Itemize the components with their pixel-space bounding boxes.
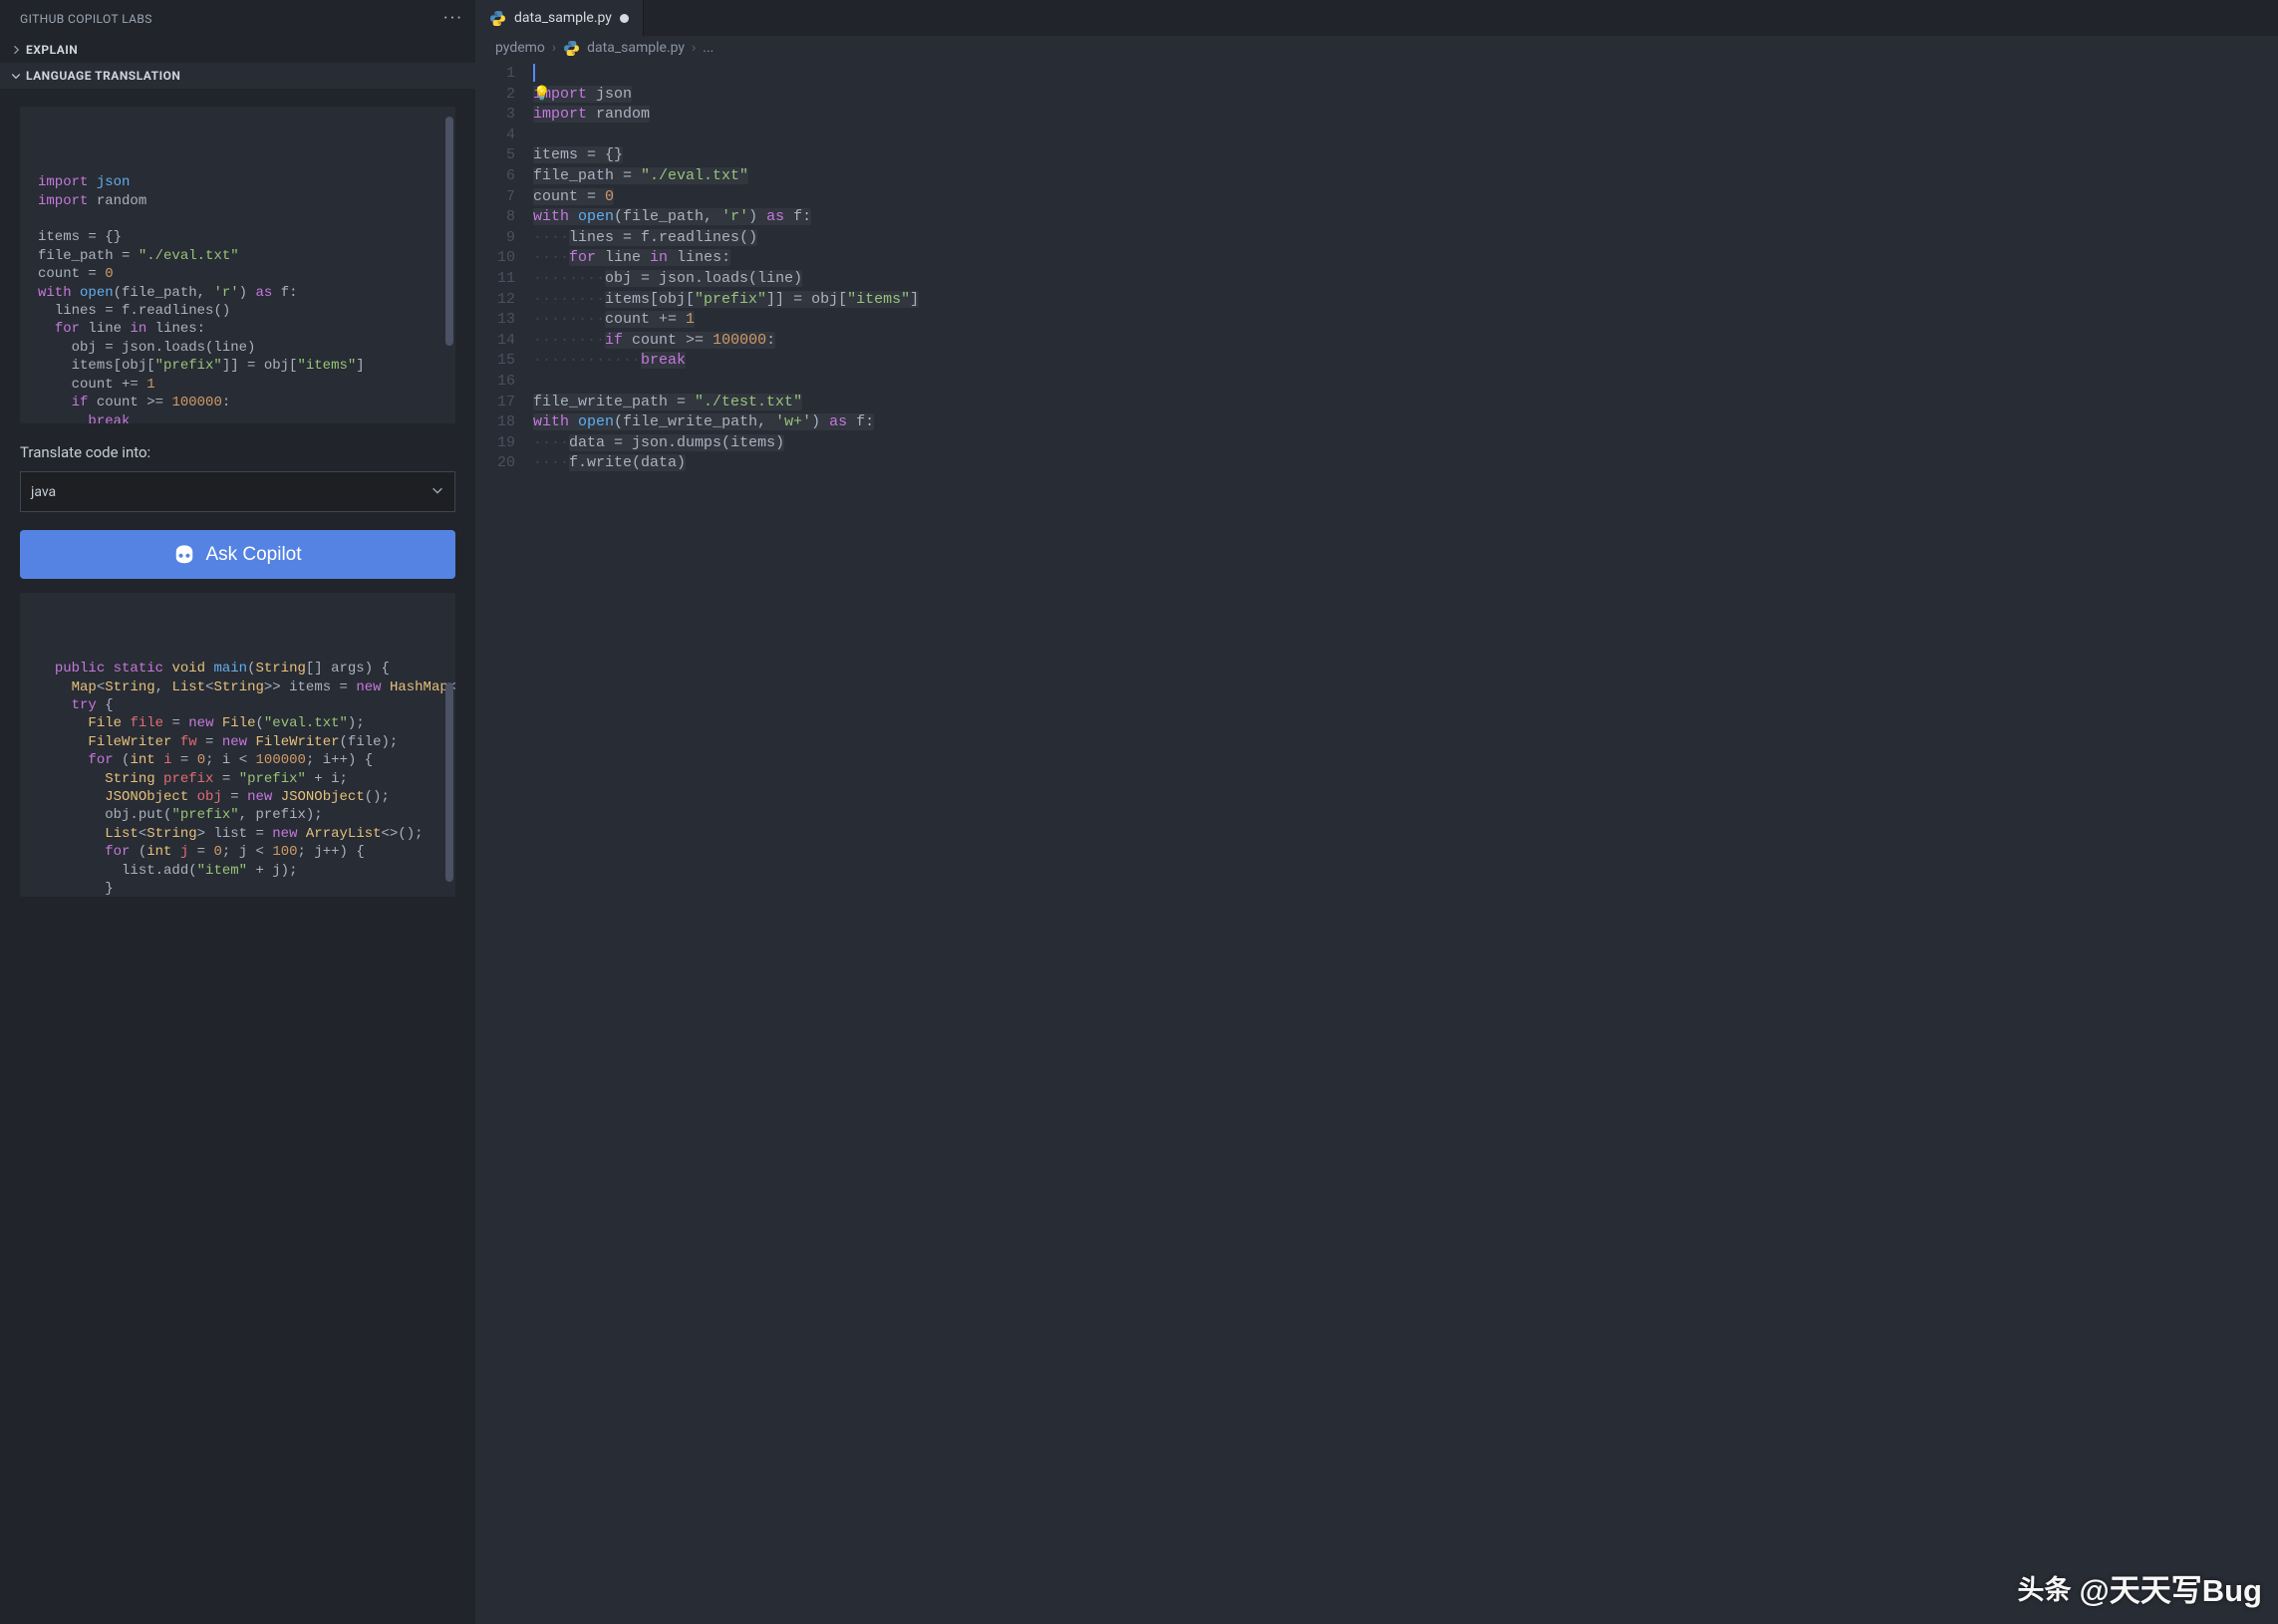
code-content[interactable]: 💡 import jsonimport random items = {}fil… bbox=[533, 64, 2278, 1624]
lightbulb-icon[interactable]: 💡 bbox=[533, 85, 550, 106]
scrollbar[interactable] bbox=[445, 682, 453, 882]
code-editor[interactable]: 1234567891011121314151617181920 💡 import… bbox=[475, 60, 2278, 1624]
breadcrumb-root[interactable]: pydemo bbox=[495, 40, 545, 56]
section-translate-label: LANGUAGE TRANSLATION bbox=[26, 69, 180, 83]
chevron-right-icon: › bbox=[692, 40, 696, 56]
chevron-down-icon bbox=[8, 70, 24, 82]
breadcrumbs[interactable]: pydemo › data_sample.py › ... bbox=[475, 36, 2278, 60]
language-select-value: java bbox=[31, 484, 56, 500]
ask-copilot-button[interactable]: Ask Copilot bbox=[20, 530, 455, 579]
copilot-labs-panel: GITHUB COPILOT LABS ··· EXPLAIN LANGUAGE… bbox=[0, 0, 475, 1624]
editor-pane: data_sample.py pydemo › data_sample.py ›… bbox=[475, 0, 2278, 1624]
section-explain-label: EXPLAIN bbox=[26, 43, 78, 57]
language-select[interactable]: java bbox=[20, 471, 455, 512]
tab-data-sample[interactable]: data_sample.py bbox=[475, 0, 644, 36]
translate-body: import jsonimport random items = {}file_… bbox=[0, 89, 475, 1624]
watermark-handle: @天天写Bug bbox=[2080, 1565, 2263, 1610]
source-code-box[interactable]: import jsonimport random items = {}file_… bbox=[20, 107, 455, 423]
section-translate[interactable]: LANGUAGE TRANSLATION bbox=[0, 63, 475, 89]
chevron-right-icon: › bbox=[552, 40, 556, 56]
tab-filename: data_sample.py bbox=[514, 10, 612, 26]
breadcrumb-file[interactable]: data_sample.py bbox=[587, 40, 685, 56]
translated-code-box[interactable]: public static void main(String[] args) {… bbox=[20, 593, 455, 897]
translate-into-label: Translate code into: bbox=[20, 443, 455, 461]
watermark: 头条 @天天写Bug bbox=[2018, 1565, 2263, 1610]
more-actions-icon[interactable]: ··· bbox=[443, 8, 463, 29]
dirty-indicator-icon bbox=[620, 14, 629, 23]
python-file-icon bbox=[563, 40, 580, 57]
breadcrumb-tail[interactable]: ... bbox=[703, 40, 713, 56]
panel-title: GITHUB COPILOT LABS bbox=[20, 12, 152, 26]
panel-header: GITHUB COPILOT LABS ··· bbox=[0, 0, 475, 37]
copilot-icon bbox=[173, 544, 195, 566]
tab-bar: data_sample.py bbox=[475, 0, 2278, 36]
line-number-gutter: 1234567891011121314151617181920 bbox=[475, 64, 533, 1624]
ask-copilot-label: Ask Copilot bbox=[205, 544, 301, 566]
watermark-brand: 头条 bbox=[2018, 1568, 2072, 1607]
select-caret-icon bbox=[430, 483, 444, 501]
section-explain[interactable]: EXPLAIN bbox=[0, 37, 475, 63]
chevron-right-icon bbox=[8, 44, 24, 56]
scrollbar[interactable] bbox=[445, 117, 453, 346]
python-file-icon bbox=[489, 10, 506, 27]
